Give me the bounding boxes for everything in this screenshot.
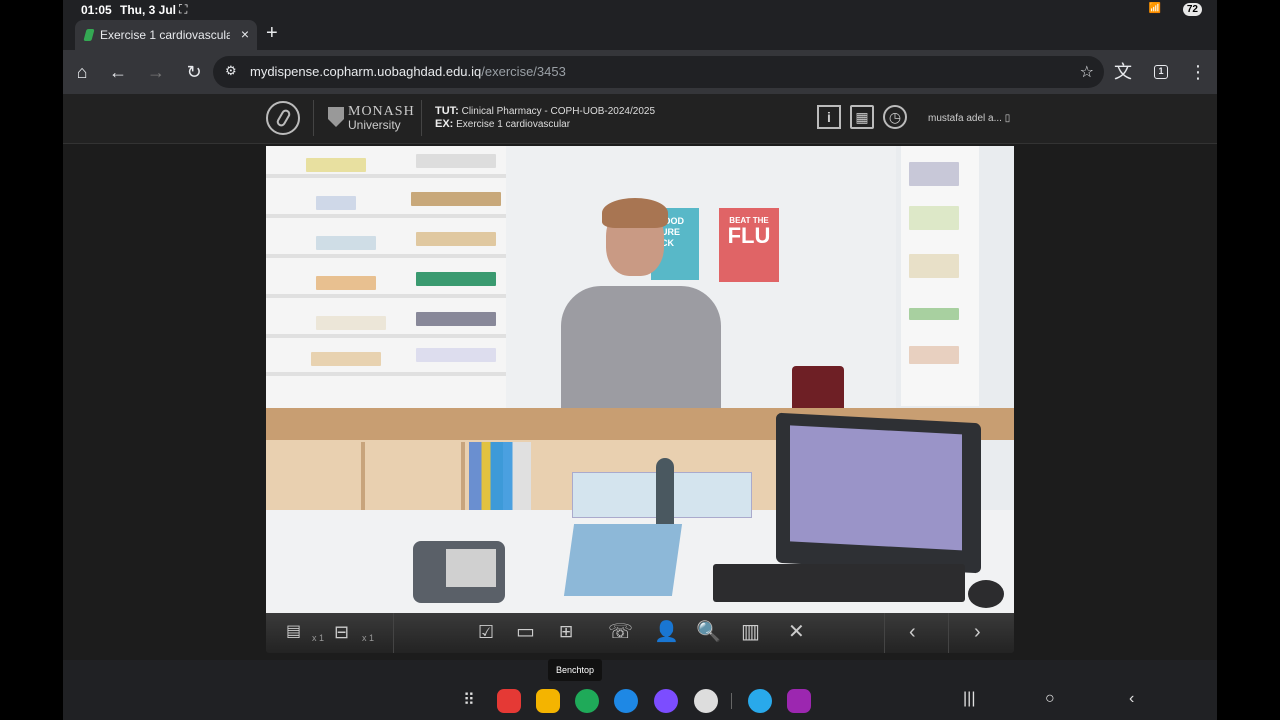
header-divider	[313, 100, 314, 136]
toolbar-divider	[884, 613, 885, 653]
battery-indicator: 72	[1182, 3, 1202, 16]
apps-grid-icon[interactable]: ⠿	[463, 690, 475, 710]
toolbar-divider	[393, 613, 394, 653]
checklist-icon[interactable]: ☑	[478, 621, 494, 643]
ex-value: Exercise 1 cardiovascular	[456, 119, 571, 130]
course-info: TUT: Clinical Pharmacy - COPH-UOB-2024/2…	[435, 105, 655, 131]
tut-label: TUT:	[435, 105, 459, 117]
menu-kebab-icon[interactable]: ⋮	[1187, 61, 1209, 83]
web-page: MONASH University TUT: Clinical Pharmacy…	[63, 94, 1217, 660]
cubby-divider	[461, 442, 465, 512]
product-stack-icon[interactable]: ⊟	[334, 621, 349, 643]
tab-title: Exercise 1 cardiovascular -	[100, 28, 230, 42]
home-nav-icon[interactable]: ○	[1045, 690, 1055, 708]
patient-hair	[602, 198, 668, 228]
search-reference-icon[interactable]: 🔍	[696, 621, 721, 643]
monash-crest-icon	[328, 107, 344, 127]
date: Thu, 3 Jul	[120, 3, 177, 17]
header-divider	[421, 100, 422, 136]
stopwatch-icon[interactable]: ◷	[883, 105, 907, 129]
reference-binders[interactable]	[469, 442, 531, 514]
close-icon[interactable]: ✕	[788, 621, 805, 643]
bookmark-star-icon[interactable]: ☆	[1080, 62, 1094, 82]
phone-call-icon[interactable]: ☏	[608, 621, 633, 643]
flu-poster-main: FLU	[727, 223, 771, 248]
tooltip: Benchtop	[548, 659, 602, 681]
mydispense-logo-icon[interactable]	[266, 101, 300, 135]
browser-tab[interactable]: Exercise 1 cardiovascular - ×	[75, 20, 257, 50]
browser-toolbar: ⌂ ← → ↻ ⚙ mydispense.copharm.uobaghdad.e…	[63, 50, 1217, 94]
tut-value: Clinical Pharmacy - COPH-UOB-2024/2025	[461, 106, 656, 117]
mouse[interactable]	[968, 580, 1004, 608]
app-header: MONASH University TUT: Clinical Pharmacy…	[63, 94, 1217, 144]
back-nav-icon[interactable]: ‹	[1129, 690, 1134, 708]
new-tab-button[interactable]: +	[266, 22, 278, 45]
recents-icon[interactable]: |||	[963, 690, 975, 708]
user-menu[interactable]: mustafa adel a... ▯	[928, 113, 1010, 124]
url-domain: mydispense.copharm.uobaghdad.edu.iq	[250, 64, 482, 79]
tab-favicon-icon	[83, 29, 95, 41]
cubby-divider	[361, 442, 365, 512]
keyboard[interactable]	[713, 564, 965, 602]
app-icon-telegram[interactable]	[748, 689, 772, 713]
system-navbar: ⠿ ||| ○ ‹	[63, 681, 1217, 720]
fullscreen-icon[interactable]: ⛶	[179, 2, 187, 17]
toolbar-divider	[948, 613, 949, 653]
patient-icon[interactable]: 👤	[654, 621, 679, 643]
app-icon-browser[interactable]	[654, 689, 678, 713]
computer-monitor[interactable]	[776, 412, 981, 574]
info-icon[interactable]: i	[817, 105, 841, 129]
benchtop-icon[interactable]: ⊞	[559, 621, 573, 643]
ex-label: EX:	[435, 118, 454, 130]
flu-poster: BEAT THE FLU	[719, 208, 779, 282]
dispensing-tray[interactable]	[563, 524, 683, 596]
address-bar[interactable]: ⚙ mydispense.copharm.uobaghdad.edu.iq/ex…	[213, 56, 1104, 88]
product-count: x 1	[362, 633, 375, 643]
app-icon-files[interactable]	[536, 689, 560, 713]
patient-body[interactable]	[561, 286, 721, 414]
forward-arrow-icon[interactable]: →	[145, 61, 167, 83]
app-icon-camera[interactable]	[694, 689, 718, 713]
home-icon[interactable]: ⌂	[71, 61, 93, 83]
tab-close-icon[interactable]: ×	[241, 26, 249, 42]
url-path: /exercise/3453	[481, 64, 566, 79]
waiting-chair	[792, 366, 844, 412]
site-settings-icon[interactable]: ⚙	[225, 63, 237, 79]
previous-arrow-icon[interactable]: ‹	[909, 621, 916, 643]
app-icon-notes[interactable]	[497, 689, 521, 713]
tab-switcher-button[interactable]: 1	[1154, 65, 1168, 79]
browser-tab-strip: Exercise 1 cardiovascular - × +	[63, 20, 1217, 50]
monitor-screen	[790, 425, 962, 551]
next-arrow-icon[interactable]: ›	[974, 621, 981, 643]
script-stack-icon[interactable]: ▤	[286, 621, 301, 643]
clock: 01:05	[81, 3, 112, 17]
wifi-signal-icon: 📶	[1148, 3, 1161, 14]
calculator-icon[interactable]: ▦	[850, 105, 874, 129]
telephone-keypad	[446, 549, 496, 587]
university-wordmark: University	[348, 118, 401, 132]
reload-icon[interactable]: ↻	[183, 61, 205, 83]
translate-icon[interactable]: 文	[1112, 61, 1134, 83]
app-icon-messages[interactable]	[614, 689, 638, 713]
right-shelving	[901, 146, 979, 406]
url-text[interactable]: mydispense.copharm.uobaghdad.edu.iq/exer…	[250, 64, 566, 79]
left-shelving	[266, 146, 511, 411]
notes-icon[interactable]: ▥	[741, 621, 760, 643]
dock-divider	[731, 693, 732, 709]
app-icon-phone[interactable]	[575, 689, 599, 713]
app-icon-calculator[interactable]	[787, 689, 811, 713]
script-count: x 1	[312, 633, 325, 643]
scene-toolbar: ▤ x 1 ⊟ x 1 ☑ ▭ ⊞ ☏ 👤 🔍 ▥ ✕ ‹ ›	[266, 613, 1014, 653]
tablet-screen: 01:05 Thu, 3 Jul ⛶ 📶 72 Exercise 1 cardi…	[63, 0, 1217, 720]
back-arrow-icon[interactable]: ←	[107, 61, 129, 83]
computer-icon[interactable]: ▭	[516, 621, 535, 643]
pharmacy-scene[interactable]: E OOD SURE ECK BEAT THE FLU	[266, 146, 1014, 613]
status-bar: 01:05 Thu, 3 Jul ⛶ 📶 72	[63, 0, 1217, 20]
